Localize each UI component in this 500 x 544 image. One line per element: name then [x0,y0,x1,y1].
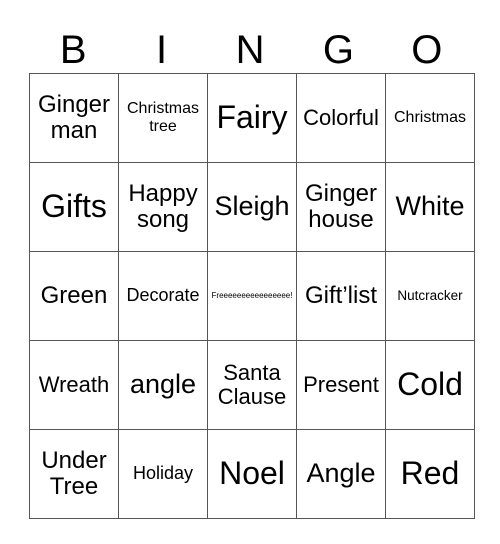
bingo-cell[interactable]: Holiday [118,429,208,519]
bingo-cell[interactable]: Gifts [29,162,119,252]
grid-row: Wreath angle Santa Clause Present Cold [29,340,475,430]
header-letter-g: G [322,28,354,72]
bingo-cell[interactable]: Santa Clause [207,340,297,430]
bingo-cell[interactable]: Noel [207,429,297,519]
bingo-cell[interactable]: Angle [296,429,386,519]
bingo-cell[interactable]: Ginger house [296,162,386,252]
bingo-cell[interactable]: Cold [385,340,475,430]
grid-row: Gifts Happy song Sleigh Ginger house Whi… [29,162,475,252]
header-letter-i: I [156,28,168,72]
bingo-cell[interactable]: Colorful [296,73,386,163]
bingo-cell[interactable]: Under Tree [29,429,119,519]
bingo-grid: Ginger man Christmas tree Fairy Colorful… [29,73,475,519]
bingo-cell[interactable]: angle [118,340,208,430]
grid-row: Ginger man Christmas tree Fairy Colorful… [29,73,475,163]
bingo-cell[interactable]: Happy song [118,162,208,252]
header-letter-b: B [59,28,87,72]
bingo-cell[interactable]: White [385,162,475,252]
bingo-cell[interactable]: Present [296,340,386,430]
header-letter-n: N [235,28,265,72]
header-letter-o: O [411,28,443,72]
bingo-cell[interactable]: Fairy [207,73,297,163]
bingo-cell[interactable]: Christmas [385,73,475,163]
grid-row: Under Tree Holiday Noel Angle Red [29,429,475,519]
bingo-cell[interactable]: Christmas tree [118,73,208,163]
bingo-cell[interactable]: Ginger man [29,73,119,163]
grid-row: Green Decorate Freeeeeeeeeeeeeeee! Gift’… [29,251,475,341]
bingo-cell[interactable]: Red [385,429,475,519]
bingo-cell[interactable]: Nutcracker [385,251,475,341]
bingo-header: B I N G O [29,28,471,72]
bingo-cell[interactable]: Green [29,251,119,341]
free-space-cell[interactable]: Freeeeeeeeeeeeeeee! [207,251,297,341]
bingo-cell[interactable]: Sleigh [207,162,297,252]
bingo-cell[interactable]: Wreath [29,340,119,430]
bingo-cell[interactable]: Gift’list [296,251,386,341]
bingo-cell[interactable]: Decorate [118,251,208,341]
